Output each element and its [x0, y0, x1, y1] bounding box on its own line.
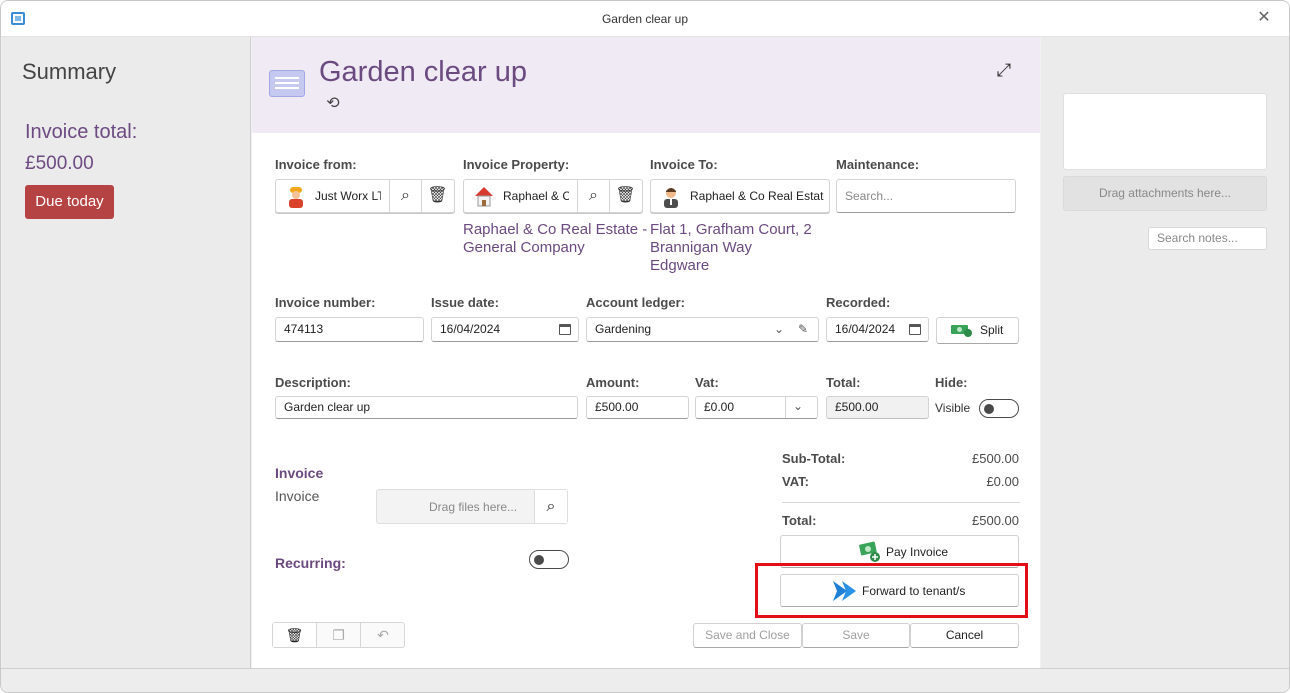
expand-icon[interactable]: ⤢: [993, 59, 1015, 81]
property-address-line: General Company: [463, 239, 585, 256]
invoice-property-picker[interactable]: Raphael & C ⌕ 🗑: [463, 179, 643, 213]
issue-date-value: 16/04/2024: [440, 322, 501, 336]
tenant-address-line: Edgware: [650, 257, 710, 274]
page-title: Garden clear up: [319, 56, 527, 88]
highlight-box: [755, 563, 1028, 618]
invoice-from-value: Just Worx LT: [315, 189, 381, 203]
vat-divider: [785, 397, 786, 418]
invoice-total-label: Invoice total:: [25, 121, 138, 143]
vat-total-label: VAT:: [782, 474, 809, 489]
total-field-label: Total:: [826, 375, 861, 390]
house-icon: [475, 187, 493, 207]
recorded-date-value: 16/04/2024: [835, 322, 896, 336]
title-bar: Garden clear up ✕: [1, 1, 1289, 37]
attachment-preview: [1063, 93, 1267, 170]
tenant-address-line: Flat 1, Grafham Court, 2: [650, 221, 812, 238]
maintenance-label: Maintenance:: [836, 157, 920, 172]
invoice-section-subheading: Invoice: [275, 488, 320, 504]
vat-value: £0.00: [704, 400, 735, 414]
description-label: Description:: [275, 375, 351, 390]
total-readonly-field: £500.00: [826, 396, 929, 419]
invoice-number-input[interactable]: 474113: [275, 317, 424, 342]
copy-icon[interactable]: ❐: [317, 623, 361, 647]
invoice-to-label: Invoice To:: [650, 157, 718, 172]
visibility-state-label: Visible: [935, 401, 971, 415]
invoice-property-label: Invoice Property:: [463, 157, 570, 172]
calendar-icon[interactable]: [909, 324, 921, 335]
split-button[interactable]: Split: [936, 317, 1019, 344]
search-icon[interactable]: ⌕: [577, 180, 609, 212]
invoice-file-dropzone[interactable]: Drag files here... ⌕: [376, 489, 568, 524]
account-ledger-value: Gardening: [595, 322, 652, 336]
split-label: Split: [980, 323, 1004, 337]
invoice-total-value: £500.00: [25, 153, 94, 174]
history-icon[interactable]: ⟲: [324, 95, 342, 113]
invoice-to-picker[interactable]: Raphael & Co Real Estate: [650, 179, 830, 213]
invoice-property-value: Raphael & C: [503, 189, 569, 203]
chevron-down-icon[interactable]: ⌄: [793, 399, 803, 413]
summary-panel: Summary Invoice total: £500.00 Due today: [2, 37, 251, 668]
calendar-icon[interactable]: [559, 324, 571, 335]
amount-input[interactable]: £500.00: [586, 396, 689, 419]
money-icon: [859, 541, 880, 562]
cancel-button[interactable]: Cancel: [910, 623, 1019, 648]
recorded-label: Recorded:: [826, 295, 891, 310]
pencil-icon[interactable]: ✎: [798, 322, 808, 336]
drop-files-label: Drag files here...: [429, 500, 518, 514]
hide-toggle[interactable]: [979, 399, 1019, 418]
trash-icon[interactable]: 🗑: [421, 180, 453, 212]
close-icon[interactable]: ✕: [1255, 9, 1273, 27]
contractor-person-icon: [289, 187, 303, 208]
attachments-dropzone[interactable]: Drag attachments here...: [1063, 176, 1267, 211]
save-button[interactable]: Save: [802, 623, 910, 648]
summary-heading: Summary: [22, 59, 117, 84]
invoice-from-picker[interactable]: Just Worx LT ⌕ 🗑: [275, 179, 455, 213]
vat-total-value: £0.00: [986, 474, 1019, 489]
hide-label: Hide:: [935, 375, 968, 390]
subtotal-value: £500.00: [972, 451, 1019, 466]
trash-icon[interactable]: 🗑: [609, 180, 641, 212]
subtotal-label: Sub-Total:: [782, 451, 846, 466]
search-icon[interactable]: ⌕: [389, 180, 421, 212]
property-address-line: Raphael & Co Real Estate -: [463, 221, 648, 238]
issue-date-input[interactable]: 16/04/2024: [431, 317, 579, 342]
money-icon: [951, 325, 972, 337]
invoice-from-label: Invoice from:: [275, 157, 357, 172]
tenant-address: Flat 1, Grafham Court, 2 Brannigan Way E…: [650, 221, 812, 275]
recurring-label: Recurring:: [275, 555, 346, 571]
window-title: Garden clear up: [601, 12, 689, 26]
attachments-panel: Drag attachments here... Search notes...: [1041, 37, 1289, 668]
undo-icon[interactable]: ↶: [361, 623, 405, 647]
due-status-badge: Due today: [25, 185, 114, 219]
form-header: Garden clear up ⟲ ⤢: [252, 37, 1040, 133]
totals-divider: [782, 502, 1020, 503]
invoice-to-value: Raphael & Co Real Estate: [690, 189, 824, 203]
grand-total-value: £500.00: [972, 513, 1019, 528]
record-toolbar: 🗑 ❐ ↶: [272, 622, 405, 648]
account-ledger-label: Account ledger:: [586, 295, 685, 310]
invoice-number-label: Invoice number:: [275, 295, 376, 310]
recurring-toggle[interactable]: [529, 550, 569, 569]
trash-icon[interactable]: 🗑: [273, 623, 317, 647]
chevron-down-icon[interactable]: ⌄: [774, 322, 784, 336]
invoice-icon: [269, 70, 305, 97]
property-address: Raphael & Co Real Estate - General Compa…: [463, 221, 647, 257]
grand-total-label: Total:: [782, 513, 817, 528]
pay-invoice-label: Pay Invoice: [886, 545, 949, 559]
maintenance-search-input[interactable]: Search...: [836, 179, 1016, 213]
amount-label: Amount:: [586, 375, 640, 390]
invoice-section-heading: Invoice: [275, 465, 324, 481]
description-input[interactable]: Garden clear up: [275, 396, 578, 419]
save-and-close-button[interactable]: Save and Close: [693, 623, 802, 648]
person-icon: [664, 188, 678, 208]
invoice-window: Garden clear up ✕ Summary Invoice total:…: [0, 0, 1290, 693]
vat-label: Vat:: [695, 375, 719, 390]
issue-date-label: Issue date:: [431, 295, 499, 310]
notes-search-input[interactable]: Search notes...: [1148, 227, 1267, 250]
tenant-address-line: Brannigan Way: [650, 239, 752, 256]
search-icon[interactable]: ⌕: [534, 490, 567, 523]
status-bar: [1, 668, 1289, 692]
